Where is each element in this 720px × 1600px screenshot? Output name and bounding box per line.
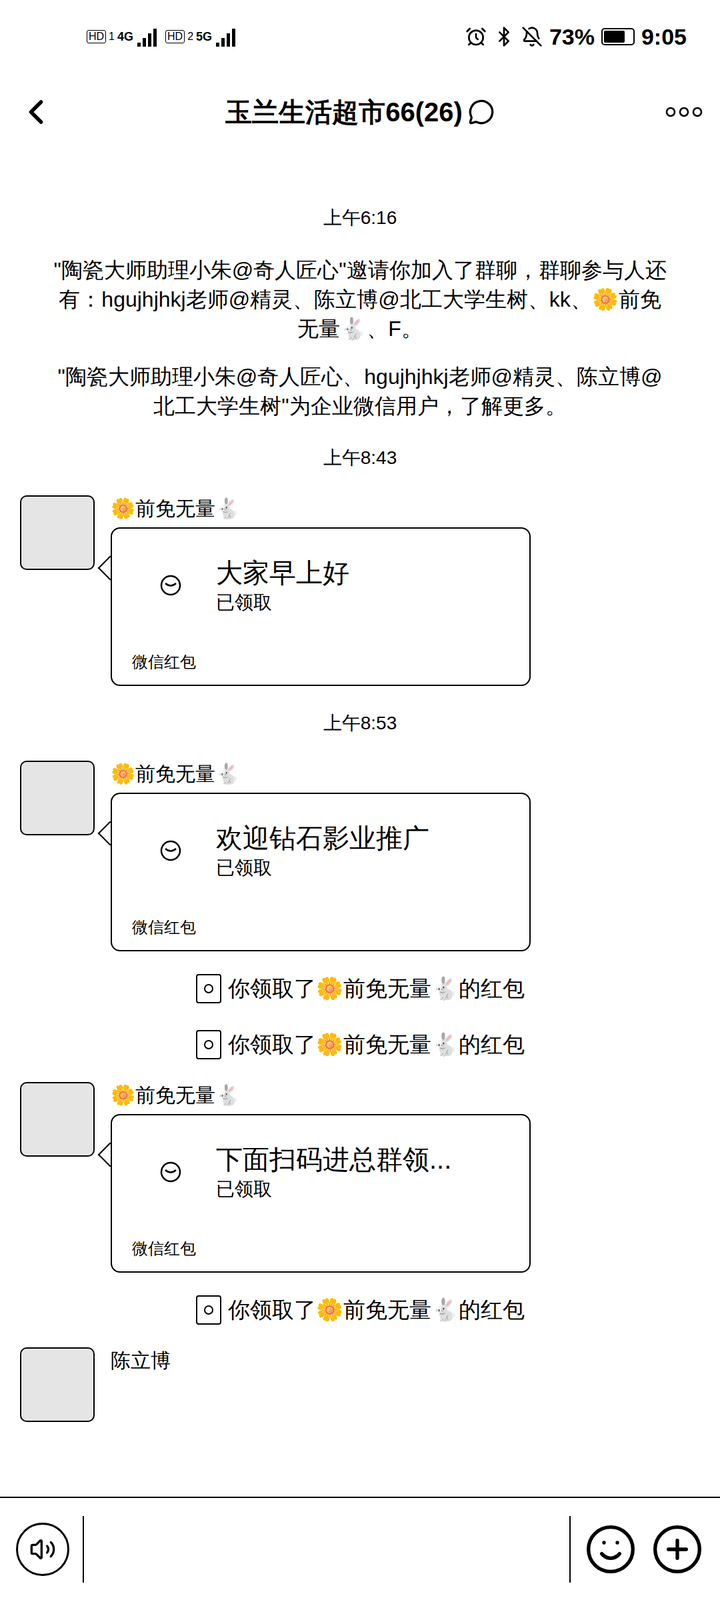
chat-message: 陈立博: [0, 1338, 720, 1422]
sender-name: 🌼前免无量🐇: [110, 760, 531, 788]
avatar[interactable]: [20, 760, 95, 836]
chat-message: 🌼前免无量🐇 欢迎钻石影业推广已领取微信红包: [0, 751, 720, 961]
message-input[interactable]: [82, 1516, 571, 1583]
message-list: 上午6:16"陶瓷大师助理小朱@奇人匠心"邀请你加入了群聊，群聊参与人还有：hg…: [0, 150, 720, 1497]
red-packet-title: 下面扫码进总群领...: [216, 1142, 452, 1177]
red-packet-icon: [158, 838, 183, 863]
chat-message: 🌼前免无量🐇 大家早上好已领取微信红包: [0, 486, 720, 696]
sim-signal: HD25G: [165, 26, 238, 47]
red-packet-status: 已领取: [216, 1176, 452, 1202]
system-message: "陶瓷大师助理小朱@奇人匠心"邀请你加入了群聊，群聊参与人还有：hgujhjhk…: [0, 246, 720, 353]
red-packet-notice: 你领取了🌼前免无量🐇的红包: [0, 1016, 720, 1073]
red-packet-card[interactable]: 大家早上好已领取微信红包: [110, 527, 531, 686]
battery-icon: [601, 28, 635, 46]
back-icon[interactable]: [16, 92, 56, 132]
time-divider: 上午8:53: [0, 695, 720, 752]
chat-screen: HD14GHD25G73%9:05玉兰生活超市66(26)上午6:16"陶瓷大师…: [0, 0, 720, 1600]
red-packet-card[interactable]: 下面扫码进总群领...已领取微信红包: [110, 1114, 531, 1273]
signal-icon: [214, 26, 238, 47]
sender-name: 🌼前免无量🐇: [110, 1082, 531, 1109]
chat-bubble-icon: [468, 98, 495, 126]
chat-title: 玉兰生活超市66(26): [225, 94, 463, 130]
sim-signal: HD14G: [86, 26, 159, 47]
red-packet-small-icon: [196, 974, 222, 1004]
avatar[interactable]: [20, 1082, 95, 1157]
sender-name: 🌼前免无量🐇: [110, 495, 531, 522]
red-packet-notice: 你领取了🌼前免无量🐇的红包: [0, 1282, 720, 1338]
avatar[interactable]: [20, 495, 95, 570]
status-bar: HD14G HD25G 73% 9:05: [0, 0, 720, 74]
time-divider: 上午6:16: [0, 190, 720, 246]
red-packet-small-icon: [196, 1030, 222, 1060]
voice-icon: [29, 1536, 56, 1563]
sender-name: 陈立博: [110, 1347, 171, 1422]
red-packet-small-icon: [196, 1295, 222, 1325]
avatar[interactable]: [20, 1347, 95, 1422]
red-packet-card[interactable]: 欢迎钻石影业推广已领取微信红包: [110, 792, 531, 952]
plus-icon[interactable]: [650, 1522, 704, 1576]
voice-button[interactable]: [16, 1522, 70, 1576]
mute-icon: [521, 26, 543, 48]
more-icon[interactable]: [664, 105, 704, 119]
red-packet-icon: [158, 573, 183, 598]
alarm-icon: [465, 26, 487, 48]
input-bar: [0, 1496, 720, 1600]
red-packet-status: 已领取: [216, 590, 350, 616]
time-divider: 上午8:43: [0, 430, 720, 486]
red-packet-label: 微信红包: [112, 651, 530, 685]
system-message: "陶瓷大师助理小朱@奇人匠心、hgujhjhkj老师@精灵、陈立博@北工大学生树…: [0, 352, 720, 430]
bluetooth-icon: [493, 26, 515, 48]
clock: 9:05: [641, 20, 687, 54]
red-packet-title: 欢迎钻石影业推广: [216, 820, 430, 856]
signal-icon: [136, 26, 159, 47]
battery-reading: 73%: [549, 20, 595, 54]
emoji-icon[interactable]: [584, 1522, 638, 1576]
red-packet-icon: [158, 1160, 183, 1184]
red-packet-status: 已领取: [216, 855, 430, 881]
chat-message: 🌼前免无量🐇 下面扫码进总群领...已领取微信红包: [0, 1072, 720, 1282]
red-packet-title: 大家早上好: [216, 555, 350, 590]
red-packet-label: 微信红包: [112, 916, 530, 950]
header: 玉兰生活超市66(26): [0, 73, 720, 150]
red-packet-notice: 你领取了🌼前免无量🐇的红包: [0, 960, 720, 1017]
red-packet-label: 微信红包: [112, 1238, 530, 1272]
